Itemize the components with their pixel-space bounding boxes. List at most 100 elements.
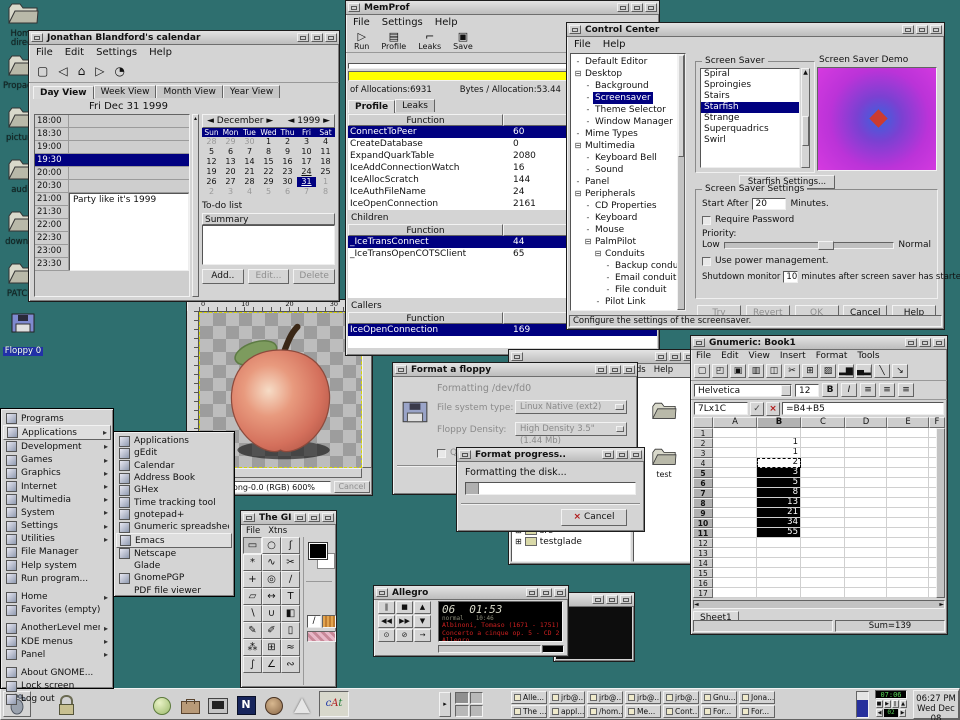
calendar-day[interactable]: 20 [221, 167, 240, 177]
task-button[interactable]: Jona... [739, 691, 775, 704]
row-header[interactable]: 10 [693, 518, 713, 528]
cd-transport-button[interactable]: ▶ [884, 700, 891, 708]
format-floppy-titlebar[interactable]: Format a floppy [393, 363, 637, 377]
calendar-day[interactable]: 9 [278, 147, 297, 157]
spreadsheet-row[interactable]: 1 [693, 428, 945, 438]
tab[interactable]: Leaks [395, 99, 435, 112]
window-menu-icon[interactable] [376, 588, 388, 597]
grid-vscrollbar[interactable] [936, 428, 945, 598]
close-icon[interactable] [554, 588, 566, 597]
row-header[interactable]: 5 [693, 468, 713, 478]
maximize-icon[interactable] [540, 588, 552, 597]
minimize-icon[interactable] [526, 588, 538, 597]
menu-item[interactable]: Help [435, 17, 458, 28]
window-menu-icon[interactable] [395, 365, 407, 374]
mixer-applet[interactable] [856, 691, 869, 718]
close-icon[interactable] [620, 595, 632, 604]
calendar-day[interactable]: 19 [202, 167, 221, 177]
schedule-row[interactable]: 20:30 [35, 180, 189, 193]
menu-item[interactable]: Home ▸ [3, 590, 111, 603]
spreadsheet-row[interactable]: 12 [693, 538, 945, 548]
menu-item[interactable]: Run program... [3, 572, 111, 585]
calendar-day[interactable]: 29 [259, 177, 278, 187]
calendar-day[interactable]: 23 [278, 167, 297, 177]
prev-month-icon[interactable]: ◄ [207, 116, 214, 126]
cell-value[interactable]: 1 [757, 448, 801, 458]
transport-button[interactable]: ■ [396, 601, 413, 614]
cell-value[interactable] [757, 538, 801, 548]
menu-item[interactable]: Calendar [116, 460, 232, 472]
schedule-row[interactable]: 18:30 [35, 128, 189, 141]
desktop-pager[interactable] [455, 692, 483, 717]
tree-expander-icon[interactable]: - [583, 116, 593, 128]
screensaver-option[interactable]: Stairs [701, 91, 799, 102]
view-tab[interactable]: Week View [94, 85, 157, 98]
apple-launcher[interactable] [151, 694, 173, 716]
format-progress-titlebar[interactable]: Format progress.. [457, 448, 644, 462]
tree-expander-icon[interactable]: - [583, 212, 593, 224]
calendar-day[interactable]: 28 [240, 177, 259, 187]
toolbar-icon[interactable]: ▥ [748, 364, 764, 378]
calendar-day[interactable]: 21 [240, 167, 259, 177]
fm-icon[interactable] [634, 400, 694, 424]
close-icon[interactable] [930, 25, 942, 34]
calendar-day[interactable]: 26 [202, 177, 221, 187]
menu-item[interactable]: Programs [3, 412, 111, 425]
menu-item[interactable]: Games ▸ [3, 454, 111, 467]
menu-item[interactable]: Applications [116, 435, 232, 447]
cell-value[interactable]: 3 [757, 468, 801, 478]
menu-item[interactable]: GHex [116, 484, 232, 496]
cell-value[interactable] [757, 428, 801, 438]
schedule-row[interactable]: 19:30 [35, 154, 189, 167]
menu-item[interactable]: System ▸ [3, 506, 111, 519]
tool-icon[interactable]: ∖ [243, 605, 262, 622]
minimize-icon[interactable] [592, 595, 604, 604]
toolbar-icon[interactable]: ▄▂▆ [856, 364, 872, 378]
schedule-row[interactable]: 18:00 [35, 115, 189, 128]
calendar-day[interactable]: 6 [221, 147, 240, 157]
calendar-day[interactable]: 5 [259, 187, 278, 197]
tree-item[interactable]: - Pilot Link [573, 296, 685, 308]
allegro-titlebar[interactable]: Allegro [374, 586, 568, 600]
todo-button[interactable]: Add.. [202, 269, 244, 284]
seek-bar[interactable] [438, 645, 541, 653]
calendar-day[interactable]: 3 [221, 187, 240, 197]
column-header[interactable]: C [801, 417, 845, 428]
window-menu-icon[interactable] [348, 3, 360, 12]
tab[interactable]: Profile [348, 100, 395, 113]
task-button[interactable]: Alle... [511, 691, 547, 704]
tool-icon[interactable]: ⁂ [243, 639, 262, 656]
spreadsheet-row[interactable]: 11 55 [693, 528, 945, 538]
tree-item[interactable]: - Email conduit [573, 272, 685, 284]
cell-value[interactable]: 55 [757, 528, 801, 538]
menu-item[interactable]: PDF file viewer [116, 585, 232, 597]
cd-next-button[interactable]: ▶ [899, 709, 906, 717]
task-button[interactable]: appl... [549, 705, 585, 718]
tree-expander-icon[interactable]: - [603, 260, 613, 272]
toolbar-icon[interactable]: ↘ [892, 364, 908, 378]
calendar-day[interactable]: 16 [278, 157, 297, 167]
toolbar-button[interactable]: ▣ Save [453, 31, 473, 51]
tree-item[interactable]: - Mime Types [573, 128, 685, 140]
schedule-row[interactable]: 19:00 [35, 141, 189, 154]
pager-workspace[interactable] [470, 705, 484, 717]
row-header[interactable]: 14 [693, 558, 713, 568]
task-button[interactable]: Cont... [663, 705, 699, 718]
close-icon[interactable] [933, 338, 945, 347]
tree-item[interactable]: - Keyboard Bell [573, 152, 685, 164]
row-header[interactable]: 3 [693, 448, 713, 458]
toolbar-icon[interactable]: ⌂ [78, 64, 86, 78]
cell-value[interactable]: 13 [757, 498, 801, 508]
density-dropdown[interactable]: High Density 3.5" (1.44 Mb) [515, 422, 627, 436]
transport-button[interactable]: → [414, 629, 431, 642]
tree-item[interactable]: ⊟ Multimedia [573, 140, 685, 152]
tool-icon[interactable]: ▭ [243, 537, 262, 554]
menu-item[interactable]: Gnumeric spreadsheet [116, 521, 232, 533]
row-header[interactable]: 4 [693, 458, 713, 468]
transport-button[interactable]: ▲ [414, 601, 431, 614]
menu-item[interactable]: Settings [382, 17, 423, 28]
close-icon[interactable] [623, 365, 635, 374]
minimize-icon[interactable] [905, 338, 917, 347]
toolbar-icon[interactable]: ◔ [114, 64, 124, 78]
chat-launcher[interactable]: cAt [319, 691, 349, 717]
